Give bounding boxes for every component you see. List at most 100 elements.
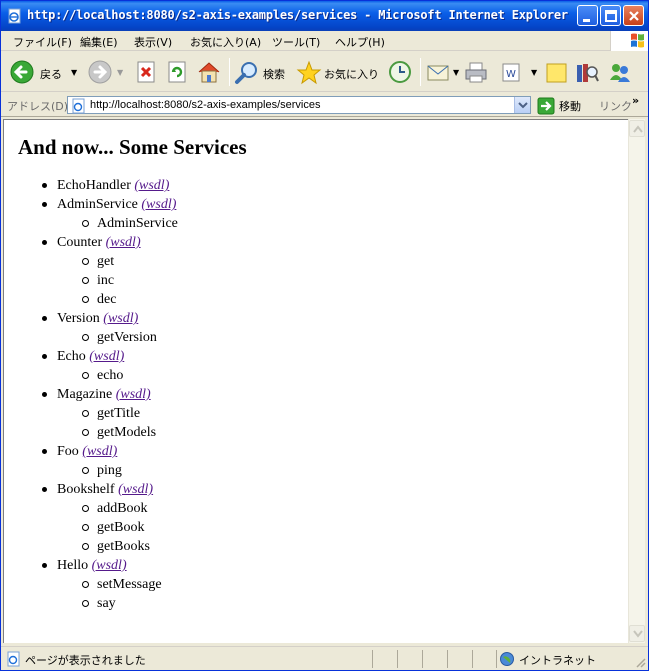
- go-arrow-icon: [537, 97, 555, 115]
- mail-button[interactable]: ▼: [426, 58, 462, 86]
- intranet-globe-icon: [500, 652, 514, 666]
- status-cell: [372, 650, 396, 668]
- maximize-button[interactable]: [600, 5, 621, 26]
- discuss-button[interactable]: [544, 58, 570, 86]
- star-icon: [296, 60, 322, 85]
- history-button[interactable]: [387, 58, 415, 86]
- favorites-button[interactable]: お気に入り: [296, 58, 380, 86]
- status-cell: [447, 650, 471, 668]
- wsdl-link[interactable]: (wsdl): [106, 235, 141, 250]
- menu-view[interactable]: 表示(V): [134, 34, 172, 50]
- resize-grip-icon[interactable]: [634, 656, 646, 668]
- address-input[interactable]: http://localhost:8080/s2-axis-examples/s…: [67, 96, 531, 114]
- service-name: Bookshelf: [57, 482, 115, 497]
- menu-edit[interactable]: 編集(E): [80, 34, 118, 50]
- mail-dropdown-icon[interactable]: ▼: [453, 68, 459, 77]
- operation-item: getBook: [57, 518, 247, 537]
- status-bar: ページが表示されました イントラネット: [1, 646, 648, 670]
- toolbar: 戻る ▼ ▼ 検索 お気に入り ▼ W ▼: [1, 52, 648, 92]
- menu-favorites[interactable]: お気に入り(A): [190, 34, 261, 50]
- service-item: Version (wsdl) getVersion: [18, 309, 247, 347]
- service-name: EchoHandler: [57, 178, 131, 193]
- address-url[interactable]: http://localhost:8080/s2-axis-examples/s…: [90, 99, 321, 111]
- forward-arrow-icon: [88, 60, 112, 84]
- status-text: ページが表示されました: [25, 654, 146, 667]
- search-label: 検索: [263, 68, 285, 81]
- operations-list: AdminService: [57, 214, 247, 233]
- wsdl-link[interactable]: (wsdl): [92, 558, 127, 573]
- forward-button[interactable]: ▼: [87, 58, 127, 86]
- menu-file[interactable]: ファイル(F): [13, 34, 72, 50]
- page-icon: [72, 98, 85, 114]
- wsdl-link[interactable]: (wsdl): [134, 178, 169, 193]
- wsdl-link[interactable]: (wsdl): [116, 387, 151, 402]
- scroll-down-button[interactable]: [629, 625, 645, 642]
- wsdl-link[interactable]: (wsdl): [141, 197, 176, 212]
- search-button[interactable]: 検索: [234, 58, 290, 86]
- maximize-icon: [605, 10, 617, 22]
- service-name: Echo: [57, 349, 86, 364]
- menu-tools[interactable]: ツール(T): [272, 34, 320, 50]
- operations-list: getTitle getModels: [57, 404, 247, 442]
- research-button[interactable]: [574, 58, 602, 86]
- wsdl-link[interactable]: (wsdl): [82, 444, 117, 459]
- home-button[interactable]: [196, 58, 224, 86]
- minimize-button[interactable]: [577, 5, 598, 26]
- minimize-icon: [583, 19, 590, 22]
- operations-list: setMessage say: [57, 575, 247, 613]
- operation-item: getTitle: [57, 404, 247, 423]
- ie-page-icon: [8, 8, 21, 24]
- operations-list: getVersion: [57, 328, 247, 347]
- service-name: Magazine: [57, 387, 113, 402]
- operations-list: get inc dec: [57, 252, 247, 309]
- vertical-scrollbar[interactable]: [628, 119, 645, 643]
- back-dropdown-icon[interactable]: ▼: [71, 68, 77, 77]
- print-button[interactable]: [463, 58, 491, 86]
- operation-item: getVersion: [57, 328, 247, 347]
- operations-list: echo: [57, 366, 247, 385]
- links-label[interactable]: リンク: [599, 98, 632, 114]
- edit-dropdown-icon[interactable]: ▼: [531, 68, 537, 77]
- operations-list: addBook getBook getBooks: [57, 499, 247, 556]
- page-title: And now... Some Services: [18, 135, 247, 159]
- scroll-up-button[interactable]: [629, 120, 645, 137]
- printer-icon: [465, 62, 487, 83]
- operation-item: dec: [57, 290, 247, 309]
- service-item: Echo (wsdl) echo: [18, 347, 247, 385]
- refresh-button[interactable]: [165, 58, 191, 86]
- wsdl-link[interactable]: (wsdl): [103, 311, 138, 326]
- operations-list: ping: [57, 461, 247, 480]
- operation-item: AdminService: [57, 214, 247, 233]
- close-button[interactable]: [623, 5, 644, 26]
- operation-item: setMessage: [57, 575, 247, 594]
- messenger-button[interactable]: [607, 58, 635, 86]
- wsdl-link[interactable]: (wsdl): [89, 349, 124, 364]
- services-list: EchoHandler (wsdl) AdminService (wsdl) Adm…: [18, 176, 247, 613]
- go-label: 移動: [559, 100, 581, 113]
- service-item: Hello (wsdl) setMessage say: [18, 556, 247, 613]
- menu-help[interactable]: ヘルプ(H): [335, 34, 385, 50]
- refresh-icon: [168, 61, 186, 83]
- mail-icon: [427, 65, 449, 81]
- back-button[interactable]: 戻る ▼: [9, 58, 81, 86]
- stop-icon: [137, 61, 155, 83]
- service-item: Foo (wsdl) ping: [18, 442, 247, 480]
- status-cell: [472, 650, 496, 668]
- service-name: Counter: [57, 235, 103, 250]
- windows-flag-icon: [631, 33, 644, 48]
- forward-dropdown-icon[interactable]: ▼: [117, 68, 123, 77]
- search-icon: [235, 62, 257, 84]
- title-bar[interactable]: http://localhost:8080/s2-axis-examples/s…: [1, 1, 648, 31]
- operation-item: getBooks: [57, 537, 247, 556]
- zone-text: イントラネット: [519, 654, 596, 667]
- stop-button[interactable]: [134, 58, 160, 86]
- word-edit-icon: W: [502, 63, 520, 82]
- edit-button[interactable]: W ▼: [499, 58, 539, 86]
- note-icon: [546, 63, 567, 83]
- scroll-up-icon: [633, 125, 643, 133]
- toolbar-separator: [420, 58, 421, 86]
- address-dropdown-button[interactable]: [514, 97, 530, 113]
- wsdl-link[interactable]: (wsdl): [118, 482, 153, 497]
- go-button[interactable]: 移動: [537, 97, 593, 115]
- links-chevron-icon[interactable]: »: [632, 94, 639, 107]
